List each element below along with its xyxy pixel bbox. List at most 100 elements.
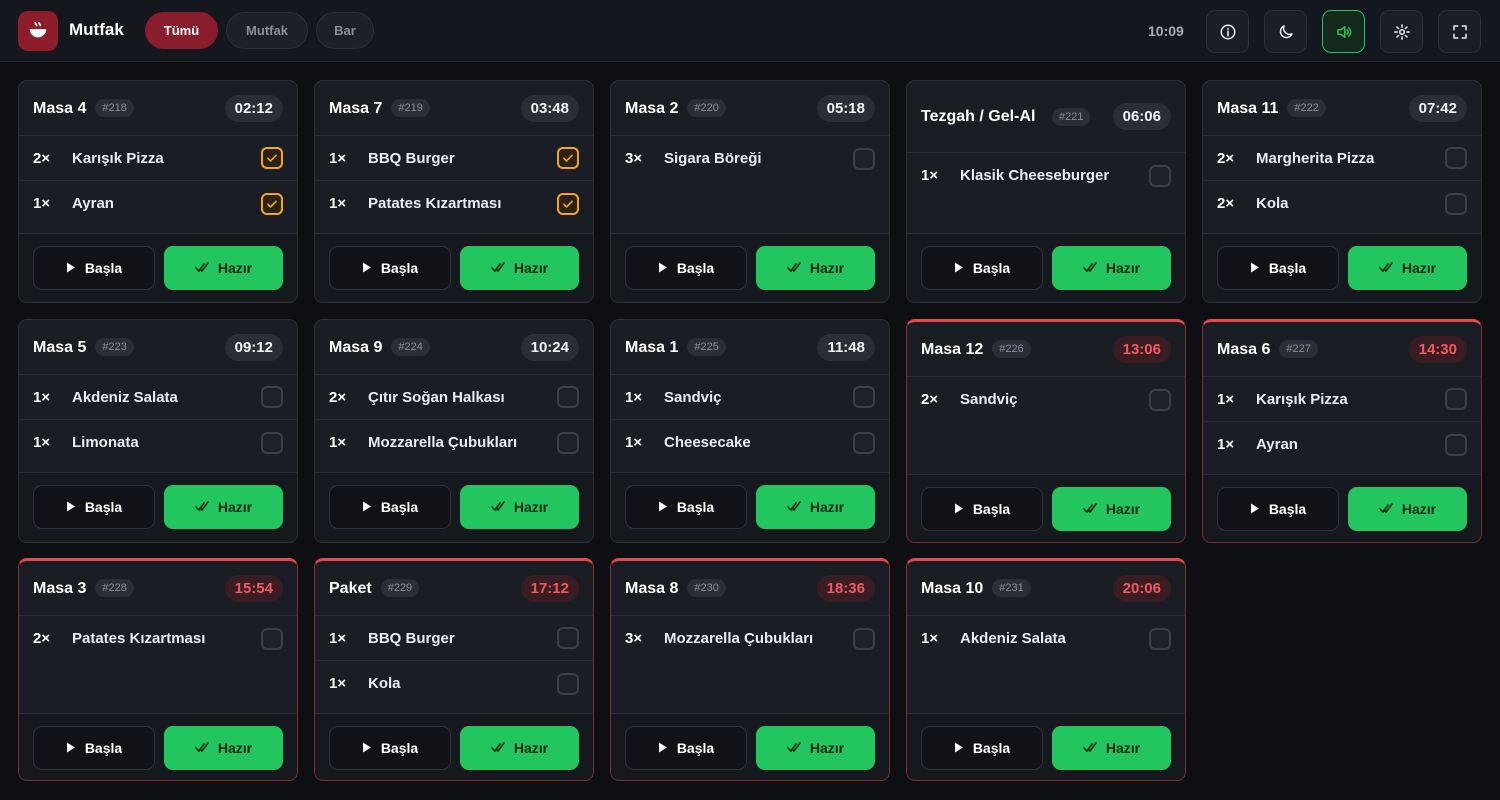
item-quantity: 2×	[1217, 195, 1235, 212]
order-item: 1× BBQ Burger	[315, 616, 593, 661]
item-checkbox[interactable]	[853, 386, 875, 408]
order-card: Masa 5 #223 09:12 1× Akdeniz Salata 1× Limonat…	[18, 319, 298, 543]
start-button[interactable]: Başla	[921, 245, 1043, 290]
item-list: 2× Çıtır Soğan Halkası 1× Mozzarella Çubukl…	[315, 375, 593, 472]
item-quantity: 1×	[625, 388, 643, 406]
order-number: #229	[380, 579, 420, 597]
start-button[interactable]: Başla	[33, 245, 155, 290]
item-checkbox[interactable]	[557, 147, 579, 169]
play-icon	[66, 742, 75, 753]
item-quantity: 1×	[1217, 436, 1235, 453]
order-title: Masa 10	[921, 579, 984, 597]
item-quantity: 1×	[329, 149, 347, 167]
order-actions: Başla Hazır	[19, 472, 297, 540]
item-checkbox[interactable]	[261, 147, 283, 169]
item-checkbox[interactable]	[1149, 388, 1171, 411]
item-checkbox[interactable]	[853, 147, 875, 170]
order-item: 2× Patates Kızartması	[19, 616, 297, 661]
item-checkbox[interactable]	[261, 431, 283, 454]
clock: 10:09	[1148, 23, 1184, 39]
ready-button[interactable]: Hazır	[1052, 486, 1171, 531]
item-checkbox[interactable]	[261, 192, 283, 215]
sound-button[interactable]	[1322, 10, 1365, 53]
item-name: Mozzarella Çubukları	[664, 630, 814, 647]
item-checkbox[interactable]	[853, 431, 875, 454]
order-number: #224	[391, 338, 430, 356]
item-name: BBQ Burger	[368, 149, 455, 167]
start-button[interactable]: Başla	[625, 245, 747, 290]
ready-button[interactable]: Hazır	[1052, 245, 1171, 290]
start-button[interactable]: Başla	[1217, 486, 1339, 531]
start-button[interactable]: Başla	[329, 725, 451, 770]
item-checkbox[interactable]	[1445, 147, 1467, 169]
start-button[interactable]: Başla	[33, 725, 155, 770]
order-actions: Başla Hazır	[907, 713, 1185, 780]
order-actions: Başla Hazır	[315, 472, 593, 540]
ready-button[interactable]: Hazır	[164, 484, 283, 529]
start-button[interactable]: Başla	[33, 484, 155, 529]
item-list: 1× Karışık Pizza 1× Ayran	[1203, 377, 1481, 474]
item-name: Ayran	[72, 195, 114, 212]
item-checkbox[interactable]	[557, 192, 579, 215]
order-title: Masa 1	[625, 338, 679, 356]
ready-button[interactable]: Hazır	[756, 725, 875, 770]
ready-button[interactable]: Hazır	[460, 725, 579, 770]
tab-bar[interactable]: Bar	[316, 12, 374, 49]
item-checkbox[interactable]	[1149, 164, 1171, 187]
start-button[interactable]: Başla	[329, 245, 451, 290]
ready-label: Hazır	[1401, 259, 1437, 276]
start-button[interactable]: Başla	[625, 484, 747, 529]
tab-kitchen[interactable]: Mutfak	[226, 12, 308, 49]
start-button[interactable]: Başla	[625, 725, 747, 770]
item-checkbox[interactable]	[557, 386, 579, 408]
tab-all[interactable]: Tümü	[145, 12, 218, 49]
gear-icon	[1393, 23, 1410, 40]
fullscreen-button[interactable]	[1438, 10, 1481, 53]
item-name: Sandviç	[664, 388, 722, 406]
ready-button[interactable]: Hazır	[1348, 245, 1467, 290]
item-checkbox[interactable]	[261, 386, 283, 408]
item-list: 1× BBQ Burger 1× Kola	[315, 616, 593, 713]
order-title: Masa 9	[329, 338, 383, 356]
info-button[interactable]	[1206, 10, 1249, 53]
order-number: #221	[1052, 107, 1091, 126]
item-quantity: 2×	[33, 630, 51, 647]
ready-button[interactable]: Hazır	[460, 245, 579, 290]
item-checkbox[interactable]	[1149, 627, 1171, 650]
ready-button[interactable]: Hazır	[164, 725, 283, 770]
order-header: Masa 2 #220 05:18	[611, 81, 889, 136]
start-button[interactable]: Başla	[921, 725, 1043, 770]
ready-button[interactable]: Hazır	[1348, 486, 1467, 531]
order-item: 3× Sigara Böreği	[611, 136, 889, 181]
order-actions: Başla Hazır	[1203, 474, 1481, 542]
item-checkbox[interactable]	[1445, 388, 1467, 410]
item-list: 1× Klasik Cheeseburger	[907, 153, 1185, 233]
bowl-icon	[29, 21, 47, 38]
order-item: 2× Kola	[1203, 181, 1481, 226]
item-checkbox[interactable]	[557, 627, 579, 649]
item-checkbox[interactable]	[853, 627, 875, 650]
item-checkbox[interactable]	[557, 672, 579, 695]
order-card: Masa 11 #222 07:42 2× Margherita Pizza 2× Kola…	[1202, 80, 1482, 303]
theme-button[interactable]	[1264, 10, 1307, 53]
item-checkbox[interactable]	[1445, 433, 1467, 456]
item-checkbox[interactable]	[261, 627, 283, 650]
item-checkbox[interactable]	[557, 431, 579, 454]
item-list: 1× BBQ Burger 1× Patates Kızartması	[315, 136, 593, 233]
double-check-icon	[491, 501, 505, 511]
ready-button[interactable]: Hazır	[756, 484, 875, 529]
item-quantity: 1×	[625, 434, 643, 451]
start-button[interactable]: Başla	[1217, 245, 1339, 290]
ready-button[interactable]: Hazır	[1052, 725, 1171, 770]
item-checkbox[interactable]	[1445, 192, 1467, 215]
order-actions: Başla Hazır	[19, 713, 297, 780]
ready-button[interactable]: Hazır	[460, 484, 579, 529]
ready-button[interactable]: Hazır	[756, 245, 875, 290]
item-name: Kola	[1256, 195, 1289, 212]
start-button[interactable]: Başla	[921, 486, 1043, 531]
start-button[interactable]: Başla	[329, 484, 451, 529]
order-item: 1× Cheesecake	[611, 420, 889, 465]
settings-button[interactable]	[1380, 10, 1423, 53]
ready-button[interactable]: Hazır	[164, 245, 283, 290]
order-card: Masa 9 #224 10:24 2× Çıtır Soğan Halkası 1× Mo…	[314, 319, 594, 543]
